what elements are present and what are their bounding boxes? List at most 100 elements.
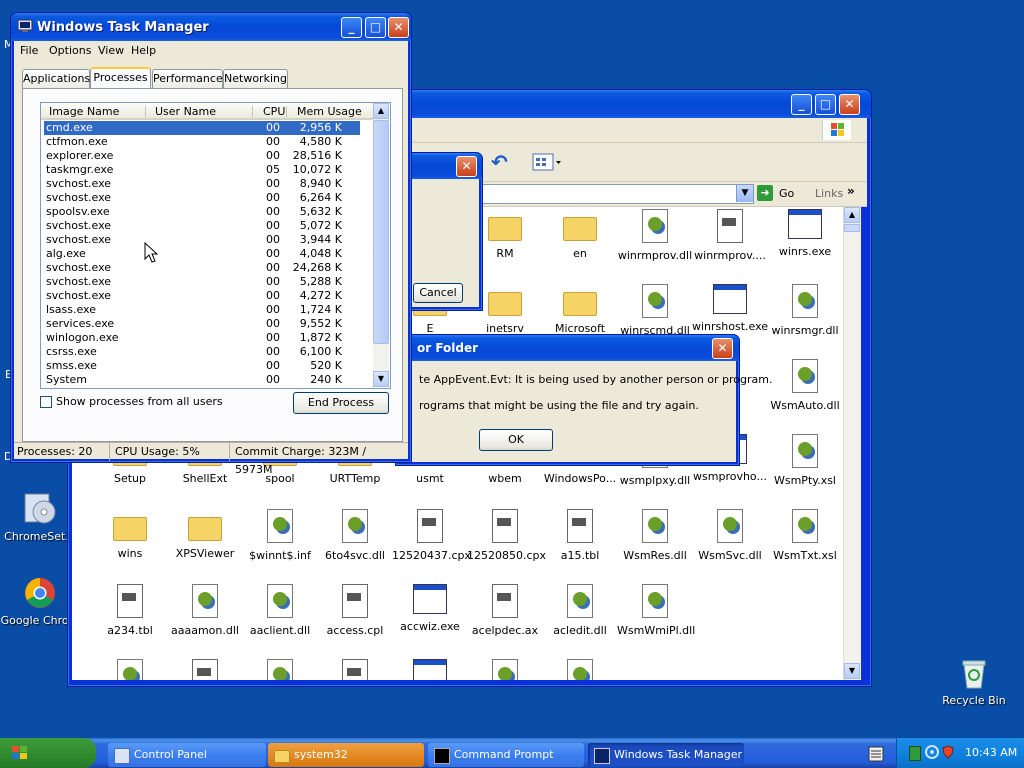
file-item[interactable]	[242, 659, 318, 680]
column-mem-usage[interactable]: Mem Usage	[297, 103, 362, 120]
file-item[interactable]	[392, 659, 468, 680]
file-item[interactable]: aaclient.dll	[242, 584, 318, 637]
menu-options[interactable]: Options	[49, 44, 91, 57]
maximize-button[interactable]: □	[365, 17, 386, 38]
file-item[interactable]: en	[542, 209, 618, 260]
process-row[interactable]: services.exe 00 9,552 K	[44, 317, 360, 331]
process-row[interactable]: svchost.exe 00 6,264 K	[44, 191, 360, 205]
process-row[interactable]: taskmgr.exe 05 10,072 K	[44, 163, 360, 177]
file-item[interactable]: WsmSvc.dll	[692, 509, 768, 562]
tab-processes[interactable]: Processes	[90, 67, 151, 88]
file-item[interactable]: winrmprov.dll	[617, 209, 693, 262]
show-all-users-checkbox[interactable]	[40, 396, 52, 408]
links-label[interactable]: Links	[815, 187, 843, 200]
file-item[interactable]: WsmAuto.dll	[767, 359, 843, 412]
scroll-down-button[interactable]: ▼	[844, 663, 860, 679]
file-item[interactable]: winrshost.exe	[692, 284, 768, 333]
file-item[interactable]: accwiz.exe	[392, 584, 468, 633]
file-item[interactable]: acledit.dll	[542, 584, 618, 637]
explorer-scrollbar[interactable]: ▲ ▼	[843, 207, 861, 680]
process-row[interactable]: alg.exe 00 4,048 K	[44, 247, 360, 261]
file-item[interactable]: WsmPty.xsl	[767, 434, 843, 487]
process-row[interactable]: svchost.exe 00 8,940 K	[44, 177, 360, 191]
menu-view[interactable]: View	[98, 44, 124, 57]
scroll-down-button[interactable]: ▼	[373, 371, 389, 387]
taskbar-button[interactable]: Command Prompt	[428, 743, 584, 767]
end-process-button[interactable]: End Process	[293, 392, 389, 414]
process-row[interactable]: svchost.exe 00 4,272 K	[44, 289, 360, 303]
desktop-icon-recycle-bin[interactable]: Recycle Bin	[934, 656, 1014, 707]
close-button[interactable]: ✕	[388, 17, 409, 38]
process-list[interactable]: Image Name User Name CPU Mem Usage cmd.e…	[40, 102, 391, 389]
column-image-name[interactable]: Image Name	[49, 103, 119, 120]
tab-applications[interactable]: Applications	[22, 69, 90, 88]
column-cpu[interactable]: CPU	[263, 103, 285, 120]
maximize-button[interactable]: □	[815, 94, 836, 115]
file-item[interactable]: Microsoft	[542, 284, 618, 335]
process-row[interactable]: winlogon.exe 00 1,872 K	[44, 331, 360, 345]
file-item[interactable]: aaaamon.dll	[167, 584, 243, 637]
file-item[interactable]: a15.tbl	[542, 509, 618, 562]
process-list-scrollbar[interactable]: ▲ ▼	[373, 103, 389, 387]
file-item[interactable]: acelpdec.ax	[467, 584, 543, 637]
views-icon[interactable]	[532, 153, 562, 171]
error-dialog[interactable]: or Folder ✕ te AppEvent.Evt: It is being…	[395, 334, 773, 466]
taskbar-button[interactable]: Windows Task Manager	[588, 743, 744, 767]
file-item[interactable]: winrs.exe	[767, 209, 843, 258]
file-item[interactable]	[167, 659, 243, 680]
quick-launch-icon[interactable]	[868, 744, 884, 764]
scroll-up-button[interactable]: ▲	[844, 207, 860, 223]
process-row[interactable]: cmd.exe 00 2,956 K	[44, 121, 360, 135]
scroll-up-button[interactable]: ▲	[373, 103, 389, 119]
process-row[interactable]: svchost.exe 00 5,072 K	[44, 219, 360, 233]
file-item[interactable]: wins	[92, 509, 168, 560]
file-item[interactable]: a234.tbl	[92, 584, 168, 637]
taskbar-button[interactable]: system32	[268, 743, 424, 767]
file-item[interactable]: XPSViewer	[167, 509, 243, 560]
file-item[interactable]	[542, 659, 618, 680]
close-button[interactable]: ✕	[456, 156, 477, 177]
address-dropdown-button[interactable]: ▼	[736, 185, 753, 202]
file-item[interactable]: WsmRes.dll	[617, 509, 693, 562]
undo-icon[interactable]: ↶	[491, 151, 513, 173]
start-button[interactable]	[0, 738, 96, 768]
process-row[interactable]: explorer.exe 00 28,516 K	[44, 149, 360, 163]
scroll-thumb[interactable]	[373, 120, 389, 344]
task-manager-window[interactable]: Windows Task Manager _ □ ✕ File Options …	[10, 12, 412, 476]
file-item[interactable]: WsmWmiPl.dll	[617, 584, 695, 637]
file-item[interactable]: WsmTxt.xsl	[767, 509, 843, 562]
links-chevron-icon[interactable]: »	[847, 184, 855, 198]
column-user-name[interactable]: User Name	[155, 103, 216, 120]
cancel-button[interactable]: Cancel	[413, 283, 463, 303]
process-row[interactable]: smss.exe 00 520 K	[44, 359, 360, 373]
file-item[interactable]	[317, 659, 393, 680]
close-button[interactable]: ✕	[839, 94, 860, 115]
process-row[interactable]: svchost.exe 00 5,288 K	[44, 275, 360, 289]
process-row[interactable]: csrss.exe 00 6,100 K	[44, 345, 360, 359]
close-button[interactable]: ✕	[712, 338, 733, 359]
file-item[interactable]: winrsmgr.dll	[767, 284, 843, 337]
process-row[interactable]: System 00 240 K	[44, 373, 360, 387]
file-item[interactable]: access.cpl	[317, 584, 393, 637]
shield-icon[interactable]	[942, 745, 954, 759]
tab-performance[interactable]: Performance	[152, 69, 223, 88]
process-row[interactable]: svchost.exe 00 3,944 K	[44, 233, 360, 247]
file-item[interactable]: winrmprov....	[692, 209, 768, 262]
file-item[interactable]: 12520850.cpx	[467, 509, 546, 562]
scroll-thumb[interactable]	[844, 224, 860, 232]
process-row[interactable]: svchost.exe 00 24,268 K	[44, 261, 360, 275]
process-row[interactable]: spoolsv.exe 00 5,632 K	[44, 205, 360, 219]
show-all-users-label[interactable]: Show processes from all users	[56, 395, 223, 408]
file-item[interactable]	[92, 659, 168, 680]
clock[interactable]: 10:43 AM	[965, 746, 1017, 759]
taskbar-button[interactable]: Control Panel	[108, 743, 266, 767]
minimize-button[interactable]: _	[341, 17, 362, 38]
menu-help[interactable]: Help	[131, 44, 156, 57]
file-item[interactable]: 6to4svc.dll	[317, 509, 393, 562]
ok-button[interactable]: OK	[479, 429, 553, 451]
go-button[interactable]: ➜ Go	[757, 184, 801, 203]
error-dialog-titlebar[interactable]: or Folder ✕	[396, 335, 739, 361]
menu-file[interactable]: File	[20, 44, 38, 57]
tab-networking[interactable]: Networking	[223, 69, 288, 88]
process-row[interactable]: ctfmon.exe 00 4,580 K	[44, 135, 360, 149]
